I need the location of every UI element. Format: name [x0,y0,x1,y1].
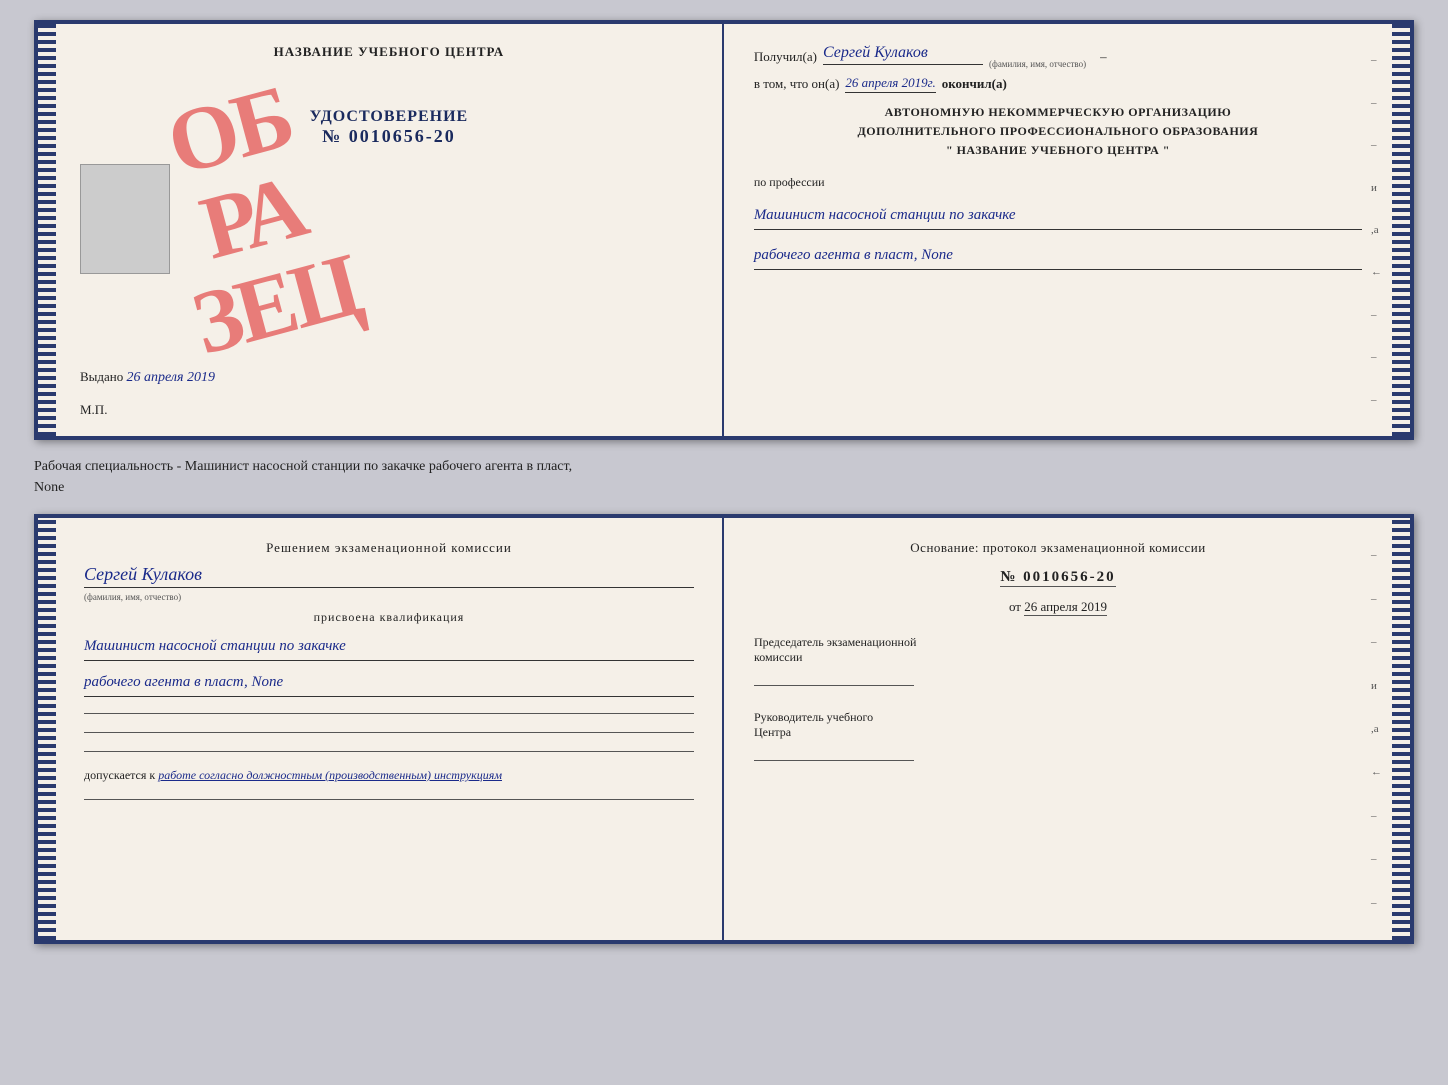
prisvoeena-label: присвоена квалификация [84,610,694,625]
bot-underlines [84,713,694,752]
vydano-line: Выдано 26 апреля 2019 [80,369,698,386]
right-border-decoration [1392,24,1410,436]
protokol-num-block: № 0010656-20 [754,568,1362,587]
poluchil-name: Сергей Кулаков [823,44,983,65]
underline-2 [84,732,694,733]
fio-hint-bot: (фамилия, имя, отчество) [84,592,694,602]
udostoverenie-block: УДОСТОВЕРЕНИЕ № 0010656-20 [80,108,698,147]
org-block: АВТОНОМНУЮ НЕКОММЕРЧЕСКУЮ ОРГАНИЗАЦИЮ ДО… [754,103,1362,161]
ot-label: от [1009,599,1021,614]
underline-4 [84,799,694,800]
middle-text-line2: None [34,480,64,495]
photo-placeholder [80,164,170,274]
protokol-num: № 0010656-20 [1000,569,1115,587]
dopuskaetsya-label: допускается к [84,768,155,782]
bot-right-panel: Основание: протокол экзаменационной коми… [724,518,1392,940]
vtom-line: в том, что он(а) 26 апреля 2019г. окончи… [754,75,1362,93]
right-dashes-top: –––и,а←––– [1371,24,1382,436]
predsedatel-line2: комиссии [754,650,1362,665]
org-line3: " НАЗВАНИЕ УЧЕБНОГО ЦЕНТРА " [754,141,1362,160]
vtom-date: 26 апреля 2019г. [845,75,935,93]
bot-profession-line2: рабочего агента в пласт, None [84,669,694,697]
vydano-date: 26 апреля 2019 [127,370,215,385]
bot-right-border [1392,518,1410,940]
mp-label: М.П. [80,402,107,418]
predsedatel-sign-line [754,685,914,686]
org-line2: ДОПОЛНИТЕЛЬНОГО ПРОФЕССИОНАЛЬНОГО ОБРАЗО… [754,122,1362,141]
profession-line1-top: Машинист насосной станции по закачке [754,202,1362,230]
rukov-line2: Центра [754,725,1362,740]
profession-line2-top: рабочего агента в пласт, None [754,242,1362,270]
predsedatel-block: Председатель экзаменационной комиссии [754,635,1362,686]
bot-left-panel: Решением экзаменационной комиссии Сергей… [56,518,724,940]
poluchil-label: Получил(а) [754,49,817,65]
dash-sep: – [1100,49,1107,65]
left-border-decoration [38,24,56,436]
dopuskaetsya-block: допускается к работе согласно должностны… [84,768,694,783]
vtom-label: в том, что он(а) [754,76,840,92]
middle-text: Рабочая специальность - Машинист насосно… [34,452,1414,502]
udostoverenie-label: УДОСТОВЕРЕНИЕ [80,108,698,126]
bot-right-dashes: –––и,а←––– [1371,518,1382,940]
predsedatel-line1: Председатель экзаменационной [754,635,1362,650]
bot-profession-line1: Машинист насосной станции по закачке [84,633,694,661]
rukov-sign-line [754,760,914,761]
udostoverenie-num: № 0010656-20 [80,126,698,147]
dopusk-text: работе согласно должностным (производств… [158,768,502,782]
doc-right-panel: Получил(а) Сергей Кулаков (фамилия, имя,… [724,24,1392,436]
doc-left-panel: НАЗВАНИЕ УЧЕБНОГО ЦЕНТРА ОБРАЗЕЦ УДОСТОВ… [56,24,724,436]
po-professii-label: по профессии [754,175,1362,190]
org-line1: АВТОНОМНУЮ НЕКОММЕРЧЕСКУЮ ОРГАНИЗАЦИЮ [754,103,1362,122]
underline-1 [84,713,694,714]
doc-left-title: НАЗВАНИЕ УЧЕБНОГО ЦЕНТРА [80,44,698,60]
underline-3 [84,751,694,752]
resheniem-title: Решением экзаменационной комиссии [84,540,694,556]
ot-date: 26 апреля 2019 [1024,599,1107,616]
middle-text-line1: Рабочая специальность - Машинист насосно… [34,459,572,474]
rukov-line1: Руководитель учебного [754,710,1362,725]
rukov-block: Руководитель учебного Центра [754,710,1362,761]
document-bottom: Решением экзаменационной комиссии Сергей… [34,514,1414,944]
bot-left-border [38,518,56,940]
bot-name-handwritten: Сергей Кулаков [84,564,694,588]
vydano-label: Выдано [80,369,123,384]
poluchil-line: Получил(а) Сергей Кулаков (фамилия, имя,… [754,44,1362,65]
okoncil-label: окончил(а) [942,76,1007,92]
fio-hint-top: (фамилия, имя, отчество) [989,59,1086,69]
ot-date-block: от 26 апреля 2019 [754,599,1362,615]
document-top: НАЗВАНИЕ УЧЕБНОГО ЦЕНТРА ОБРАЗЕЦ УДОСТОВ… [34,20,1414,440]
osnov-title: Основание: протокол экзаменационной коми… [754,540,1362,556]
